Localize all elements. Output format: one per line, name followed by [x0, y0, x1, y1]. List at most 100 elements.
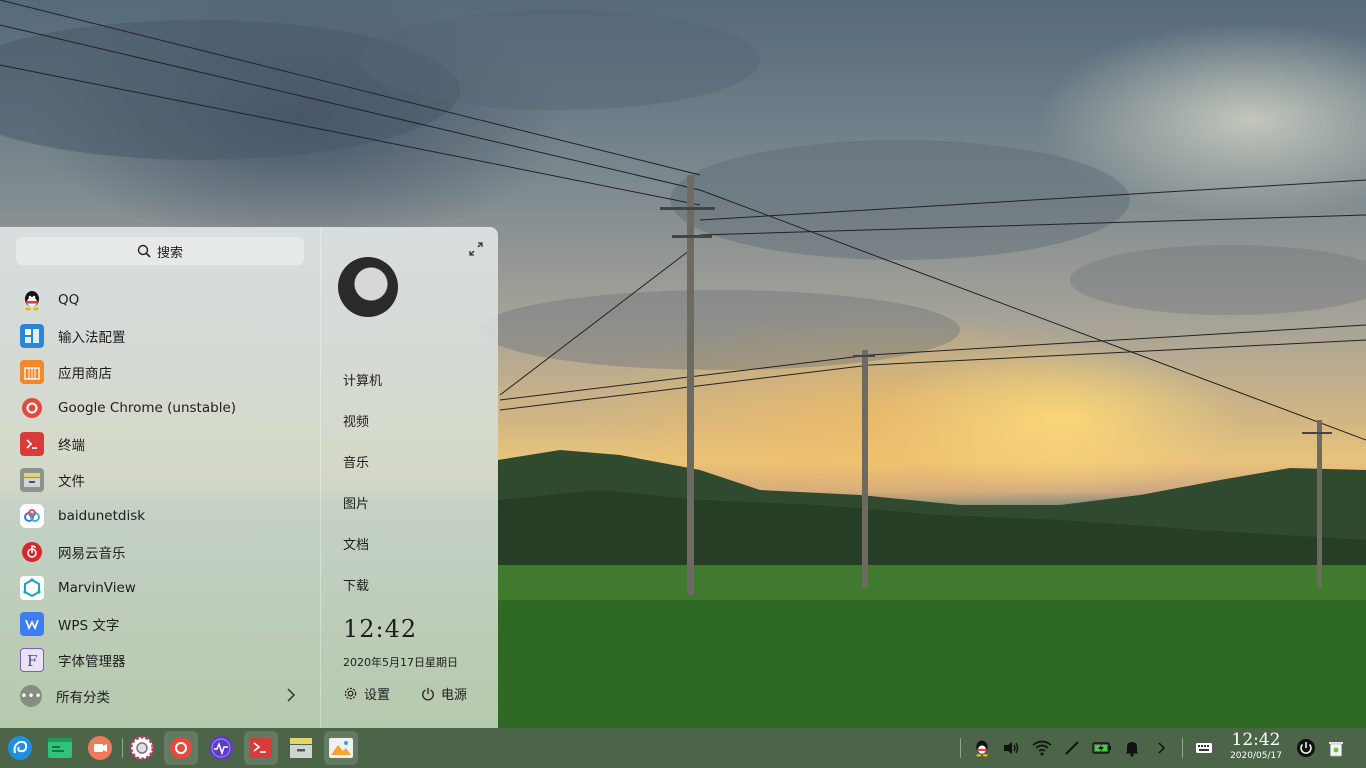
launcher-search-input[interactable]: 搜索 [16, 237, 304, 265]
tray-expand[interactable] [1152, 738, 1172, 758]
search-placeholder: 搜索 [156, 245, 183, 261]
wifi-icon [1032, 740, 1052, 756]
volume-icon [1004, 742, 1019, 754]
place-music[interactable]: 音乐 [343, 454, 382, 495]
dock-file-manager[interactable] [284, 731, 318, 765]
app-item-label: 终端 [58, 438, 85, 454]
qq-icon [976, 740, 988, 757]
dock-settings[interactable] [125, 731, 159, 765]
app-item-wps-writer[interactable]: WPS 文字 [0, 606, 320, 642]
dock-launcher-button[interactable] [3, 731, 37, 765]
app-item-label: WPS 文字 [58, 618, 120, 634]
app-item-label: 应用商店 [58, 366, 112, 382]
dock-chrome[interactable] [164, 731, 198, 765]
gear-icon [344, 687, 357, 700]
system-monitor-icon [209, 736, 233, 760]
place-downloads[interactable]: 下载 [343, 577, 382, 618]
tray-separator [960, 738, 961, 758]
screen-recorder-icon [88, 736, 112, 760]
power-button[interactable]: 电源 [421, 684, 467, 703]
tray-wifi[interactable] [1032, 738, 1052, 758]
app-list: QQ 输入法配置 应用商店 Google Chrome (unstable) 终… [0, 282, 320, 678]
tray-notifications[interactable] [1122, 738, 1142, 758]
chevron-right-icon [1158, 742, 1166, 754]
tray-date: 2020/05/17 [1230, 751, 1282, 761]
app-item-label: baidunetdisk [58, 508, 146, 524]
keyboard-icon [1196, 743, 1212, 753]
file-manager-icon [290, 738, 312, 758]
start-menu-app-panel: 搜索 QQ 输入法配置 应用商店 Google Chrome (unstable… [0, 227, 320, 728]
app-item-label: 字体管理器 [58, 654, 126, 670]
netease-music-icon [20, 540, 44, 564]
place-computer[interactable]: 计算机 [343, 372, 382, 413]
tray-clock[interactable]: 12:42 2020/05/17 [1218, 731, 1294, 762]
app-item-marvinview[interactable]: MarvinView [0, 570, 320, 606]
app-item-label: MarvinView [58, 580, 136, 596]
start-menu: 搜索 QQ 输入法配置 应用商店 Google Chrome (unstable… [0, 227, 498, 728]
search-icon [137, 244, 151, 258]
tray-pen[interactable] [1062, 738, 1082, 758]
bell-icon [1125, 742, 1139, 757]
dock-deepin-terminal[interactable] [43, 731, 77, 765]
trash-icon [1329, 742, 1343, 757]
app-item-label: 文件 [58, 474, 85, 490]
settings-button[interactable]: 设置 [343, 684, 390, 703]
places-list: 计算机 视频 音乐 图片 文档 下载 [343, 372, 382, 618]
app-item-chrome[interactable]: Google Chrome (unstable) [0, 390, 320, 426]
tray-keyboard[interactable] [1194, 738, 1214, 758]
deepin-terminal-icon [48, 738, 72, 758]
app-item-app-store[interactable]: 应用商店 [0, 354, 320, 390]
settings-icon [129, 735, 155, 761]
fullscreen-icon[interactable] [468, 241, 484, 257]
dock-separator [122, 738, 123, 758]
app-item-baidunetdisk[interactable]: baidunetdisk [0, 498, 320, 534]
place-pictures[interactable]: 图片 [343, 495, 382, 536]
app-item-font-manager[interactable]: F 字体管理器 [0, 642, 320, 678]
image-viewer-icon [329, 738, 353, 758]
start-menu-side-panel: 计算机 视频 音乐 图片 文档 下载 12:42 2020年5月17日星期日 设… [321, 227, 498, 728]
tray-time: 12:42 [1231, 730, 1281, 750]
tray-volume[interactable] [1001, 738, 1021, 758]
more-dots-icon: ••• [20, 685, 42, 707]
tray-qq[interactable] [972, 738, 992, 758]
place-videos[interactable]: 视频 [343, 413, 382, 454]
all-categories-button[interactable]: ••• 所有分类 [20, 683, 300, 709]
baidunetdisk-icon [20, 504, 44, 528]
app-item-label: Google Chrome (unstable) [58, 400, 237, 416]
terminal-icon [20, 432, 44, 456]
app-item-terminal[interactable]: 终端 [0, 426, 320, 462]
tray-trash[interactable] [1326, 738, 1346, 758]
app-item-label: QQ [58, 292, 80, 308]
file-manager-icon [20, 468, 44, 492]
all-categories-label: 所有分类 [56, 690, 110, 706]
tray-separator [1182, 738, 1183, 758]
wps-writer-icon [20, 612, 44, 636]
chrome-icon [20, 396, 44, 420]
user-avatar[interactable] [338, 257, 398, 317]
app-item-netease-music[interactable]: 网易云音乐 [0, 534, 320, 570]
dock-image-viewer[interactable] [324, 731, 358, 765]
app-item-files[interactable]: 文件 [0, 462, 320, 498]
launcher-icon [8, 736, 32, 760]
chrome-icon [170, 737, 192, 759]
dock-screen-recorder[interactable] [83, 731, 117, 765]
qq-icon [20, 288, 44, 312]
power-icon [422, 687, 434, 700]
tray-battery[interactable] [1092, 738, 1112, 758]
svg-text:F: F [27, 652, 37, 669]
pen-icon [1065, 741, 1079, 755]
place-documents[interactable]: 文档 [343, 536, 382, 577]
dock-terminal[interactable] [244, 731, 278, 765]
app-item-qq[interactable]: QQ [0, 282, 320, 318]
battery-charging-icon [1092, 742, 1111, 754]
dock-system-monitor[interactable] [204, 731, 238, 765]
marvinview-icon [20, 576, 44, 600]
tray-shutdown[interactable] [1296, 738, 1316, 758]
launcher-clock: 12:42 [343, 615, 418, 643]
power-icon [1297, 739, 1315, 757]
taskbar-dock: 12:42 2020/05/17 [0, 728, 1366, 768]
power-label: 电源 [441, 688, 468, 703]
app-store-icon [20, 360, 44, 384]
app-item-label: 网易云音乐 [58, 546, 126, 562]
app-item-input-method[interactable]: 输入法配置 [0, 318, 320, 354]
